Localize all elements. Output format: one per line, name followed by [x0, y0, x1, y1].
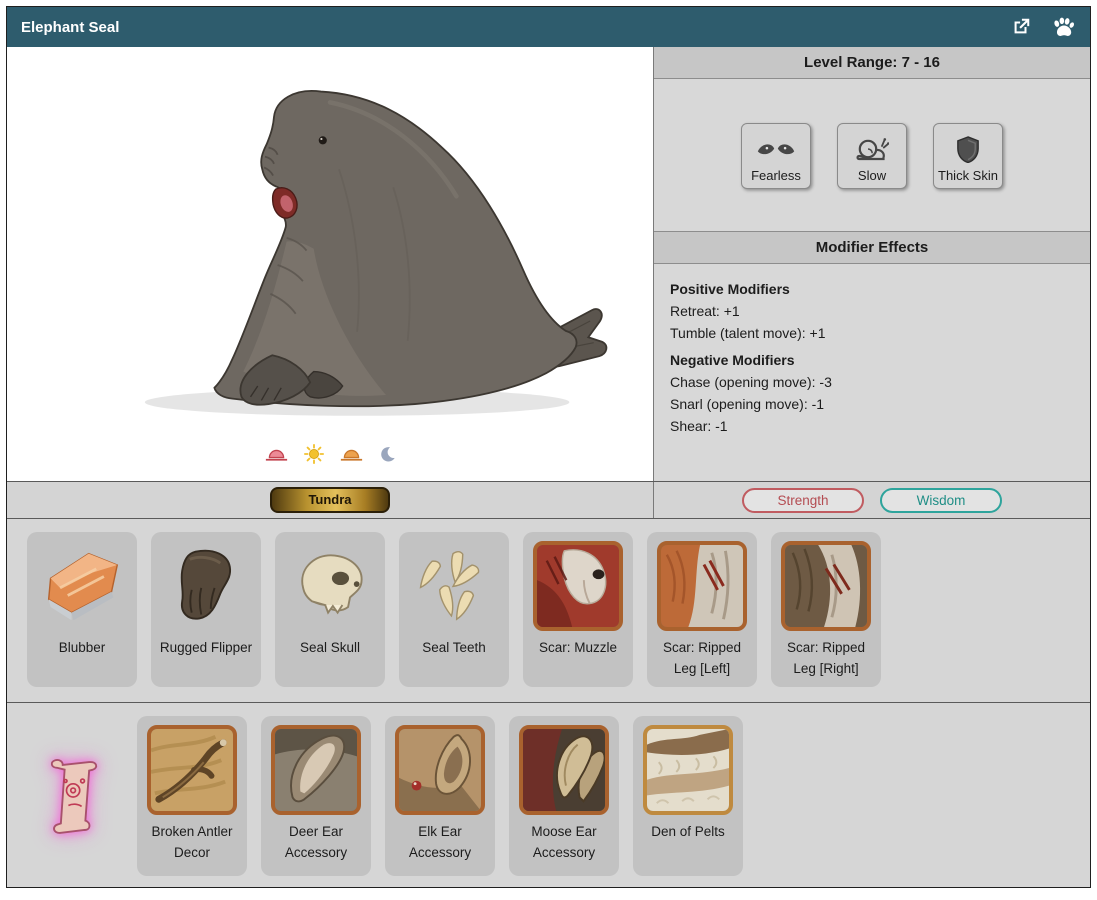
stats-panel: Level Range: 7 - 16 Fearless [654, 47, 1090, 481]
meta-row: Tundra Strength Wisdom [7, 481, 1090, 519]
drop-item-label: Rugged Flipper [160, 637, 252, 658]
recipe-scroll-icon[interactable] [27, 722, 123, 872]
drops-section: Blubber Rugged Flipper [7, 519, 1090, 703]
drop-item-rugged-flipper[interactable]: Rugged Flipper [151, 532, 261, 687]
drop-item-label: Seal Teeth [422, 637, 486, 658]
broken-antler-decor-image [146, 724, 238, 816]
trait-fearless[interactable]: Fearless [741, 123, 811, 189]
rugged-flipper-image [160, 540, 252, 632]
sun-icon [304, 444, 324, 469]
trait-thick-skin[interactable]: Thick Skin [933, 123, 1003, 189]
creature-panel [7, 47, 654, 481]
recipe-item-label: Deer Ear Accessory [265, 821, 367, 863]
elk-ear-accessory-image [394, 724, 486, 816]
drop-item-label: Seal Skull [300, 637, 360, 658]
modifier-line: Shear: -1 [670, 415, 1074, 437]
attribute-strength[interactable]: Strength [742, 488, 864, 513]
recipe-item-deer-ear-accessory[interactable]: Deer Ear Accessory [261, 716, 371, 876]
open-external-icon[interactable] [1008, 14, 1034, 40]
seal-skull-image [284, 540, 376, 632]
level-range-header: Level Range: 7 - 16 [654, 47, 1090, 79]
recipe-item-label: Den of Pelts [651, 821, 725, 842]
den-of-pelts-image [642, 724, 734, 816]
snail-icon [855, 130, 889, 168]
scar-muzzle-image [532, 540, 624, 632]
drop-item-blubber[interactable]: Blubber [27, 532, 137, 687]
title-bar: Elephant Seal [7, 7, 1090, 47]
sunrise-icon [265, 446, 288, 467]
trait-buttons: Fearless Slow [654, 123, 1090, 189]
recipe-item-den-of-pelts[interactable]: Den of Pelts [633, 716, 743, 876]
recipe-item-elk-ear-accessory[interactable]: Elk Ear Accessory [385, 716, 495, 876]
trait-label: Thick Skin [938, 168, 998, 183]
drop-item-label: Scar: Muzzle [539, 637, 617, 658]
recipe-item-label: Elk Ear Accessory [389, 821, 491, 863]
modifier-line: Retreat: +1 [670, 300, 1074, 322]
modifier-list: Positive Modifiers Retreat: +1 Tumble (t… [654, 264, 1090, 451]
drop-item-scar-ripped-leg-right[interactable]: Scar: Ripped Leg [Right] [771, 532, 881, 687]
trait-label: Slow [858, 168, 886, 183]
attribute-cell: Strength Wisdom [654, 482, 1090, 518]
modifier-line: Snarl (opening move): -1 [670, 393, 1074, 415]
sunset-icon [340, 446, 363, 467]
seal-teeth-image [408, 540, 500, 632]
deer-ear-accessory-image [270, 724, 362, 816]
scar-ripped-leg-right-image [780, 540, 872, 632]
recipe-item-moose-ear-accessory[interactable]: Moose Ear Accessory [509, 716, 619, 876]
recipe-item-label: Moose Ear Accessory [513, 821, 615, 863]
recipes-section: Broken Antler Decor Deer Ear Accessory [7, 703, 1090, 887]
drop-item-label: Scar: Ripped Leg [Right] [775, 637, 877, 679]
drop-item-seal-skull[interactable]: Seal Skull [275, 532, 385, 687]
positive-modifiers-heading: Positive Modifiers [670, 278, 1074, 300]
creature-page: Elephant Seal [6, 6, 1091, 888]
recipe-item-label: Broken Antler Decor [141, 821, 243, 863]
blubber-image [36, 540, 128, 632]
header-icons [1008, 14, 1076, 40]
eyes-icon [756, 130, 796, 168]
paw-icon[interactable] [1050, 14, 1076, 40]
drop-item-scar-muzzle[interactable]: Scar: Muzzle [523, 532, 633, 687]
drop-item-label: Blubber [59, 637, 106, 658]
biome-cell: Tundra [7, 482, 654, 518]
main-split: Level Range: 7 - 16 Fearless [7, 47, 1090, 481]
modifier-line: Tumble (talent move): +1 [670, 322, 1074, 344]
page-title: Elephant Seal [21, 19, 1008, 36]
active-time-indicators [265, 444, 396, 469]
scar-ripped-leg-left-image [656, 540, 748, 632]
drop-item-seal-teeth[interactable]: Seal Teeth [399, 532, 509, 687]
drop-item-scar-ripped-leg-left[interactable]: Scar: Ripped Leg [Left] [647, 532, 757, 687]
negative-modifiers-heading: Negative Modifiers [670, 349, 1074, 371]
moon-icon [379, 446, 396, 468]
drop-item-label: Scar: Ripped Leg [Left] [651, 637, 753, 679]
biome-badge-tundra[interactable]: Tundra [270, 487, 390, 513]
shield-icon [956, 130, 980, 168]
modifier-effects-header: Modifier Effects [654, 231, 1090, 264]
recipe-item-broken-antler-decor[interactable]: Broken Antler Decor [137, 716, 247, 876]
trait-label: Fearless [751, 168, 801, 183]
trait-slow[interactable]: Slow [837, 123, 907, 189]
elephant-seal-illustration [50, 47, 610, 444]
moose-ear-accessory-image [518, 724, 610, 816]
modifier-line: Chase (opening move): -3 [670, 371, 1074, 393]
attribute-wisdom[interactable]: Wisdom [880, 488, 1002, 513]
